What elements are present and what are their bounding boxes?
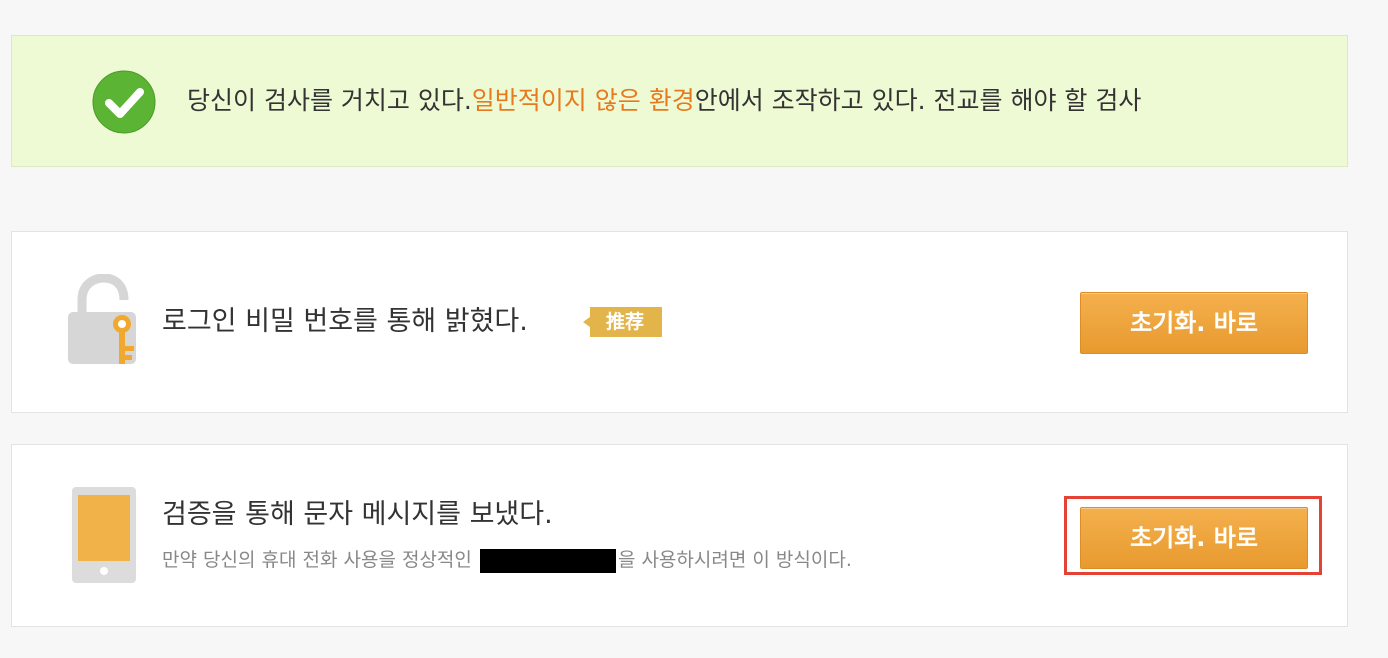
- redacted-block: [479, 548, 616, 573]
- check-circle-icon: [92, 70, 156, 134]
- password-method-title: 로그인 비밀 번호를 통해 밝혔다.: [162, 306, 528, 337]
- notice-message: 당신이 검사를 거치고 있다.일반적이지 않은 환경안에서 조작하고 있다. 전…: [187, 84, 1141, 118]
- sms-method-title: 검증을 통해 문자 메시지를 보냈다.: [162, 499, 553, 530]
- recommended-badge-label: 推荐: [605, 311, 644, 333]
- lock-key-icon: [68, 274, 136, 364]
- sms-desc-before: 만약 당신의 휴대 전화 사용을 정상적인: [162, 549, 472, 571]
- method-card-password: 로그인 비밀 번호를 통해 밝혔다. 推荐 초기화. 바로: [11, 231, 1348, 413]
- notice-text-before: 당신이 검사를 거치고 있다.: [187, 86, 472, 115]
- sms-method-description: 만약 당신의 휴대 전화 사용을 정상적인 을 사용하시려면 이 방식이다.: [162, 547, 852, 573]
- phone-icon: [72, 487, 136, 583]
- recommended-badge: 推荐: [582, 305, 664, 339]
- notice-text-after: 안에서 조작하고 있다. 전교를 해야 할 검사: [694, 86, 1142, 115]
- reset-via-password-button[interactable]: 초기화. 바로: [1080, 292, 1308, 354]
- notice-highlight: 일반적이지 않은 환경: [471, 86, 695, 115]
- sms-desc-after: 을 사용하시려면 이 방식이다.: [617, 549, 852, 571]
- method-card-sms: 검증을 통해 문자 메시지를 보냈다. 만약 당신의 휴대 전화 사용을 정상적…: [11, 444, 1348, 627]
- reset-via-sms-button[interactable]: 초기화. 바로: [1080, 507, 1308, 569]
- verification-notice: 당신이 검사를 거치고 있다.일반적이지 않은 환경안에서 조작하고 있다. 전…: [11, 35, 1348, 167]
